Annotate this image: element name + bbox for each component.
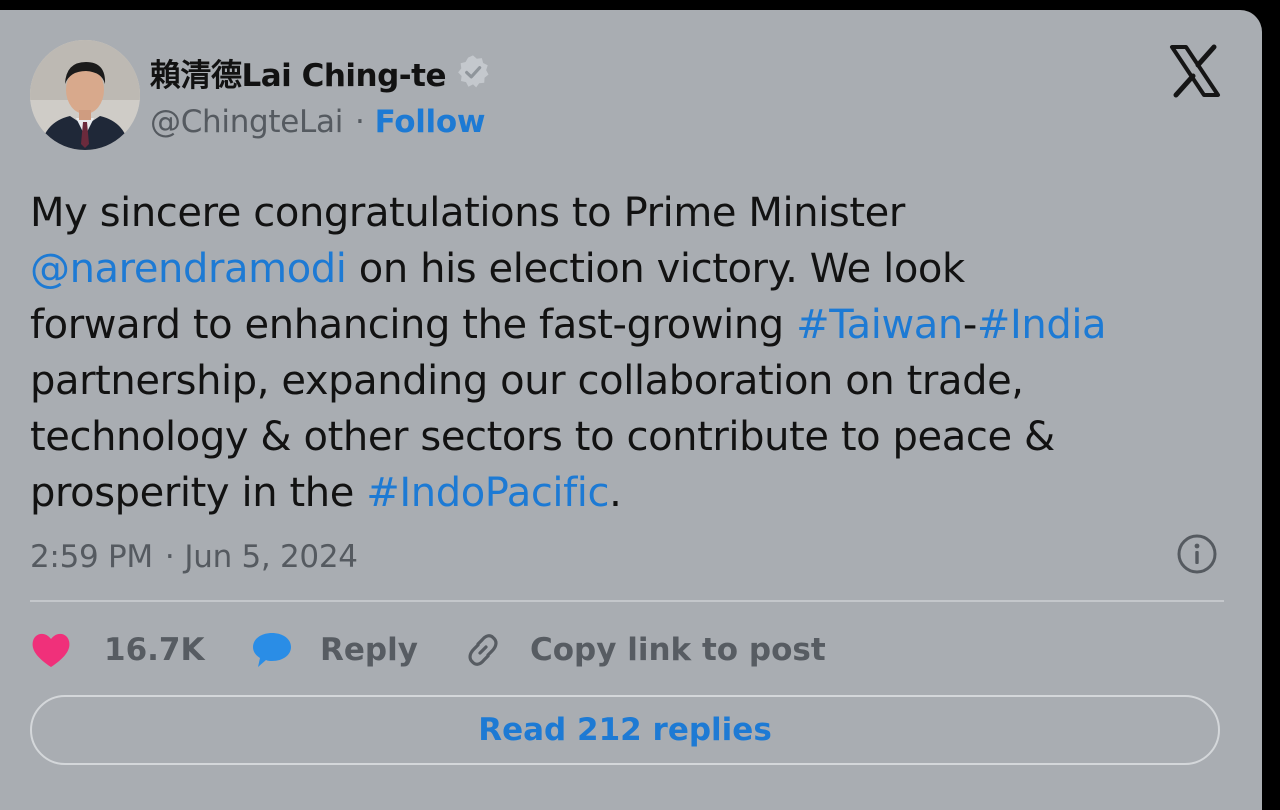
link-icon bbox=[462, 629, 504, 671]
heart-icon bbox=[30, 630, 72, 670]
timestamp-row[interactable]: 2:59 PM · Jun 5, 2024 bbox=[30, 535, 358, 579]
tweet-line-3: forward to enhancing the fast-growing #T… bbox=[30, 297, 1230, 353]
author-handle-row: @ChingteLai · Follow bbox=[150, 102, 486, 142]
copy-link-button[interactable]: Copy link to post bbox=[462, 625, 826, 675]
hashtag-taiwan-link[interactable]: #Taiwan bbox=[796, 302, 963, 348]
tweet-line-4: partnership, expanding our collaboration… bbox=[30, 353, 1230, 409]
action-bar: 16.7K Reply Copy link to post bbox=[30, 625, 1224, 675]
tweet-card: 賴清德Lai Ching-te @ChingteLai · Follow My … bbox=[0, 10, 1262, 810]
tweet-line-6: prosperity in the #IndoPacific. bbox=[30, 465, 1230, 521]
like-count: 16.7K bbox=[104, 632, 205, 668]
tweet-text-segment: prosperity in the bbox=[30, 470, 367, 516]
author-display-name[interactable]: 賴清德Lai Ching-te bbox=[150, 50, 447, 95]
handle-separator: · bbox=[355, 104, 365, 140]
tweet-line-2: @narendramodi on his election victory. W… bbox=[30, 241, 1230, 297]
copy-link-label: Copy link to post bbox=[530, 632, 826, 668]
mention-link[interactable]: @narendramodi bbox=[30, 246, 347, 292]
tweet-text-segment: . bbox=[609, 470, 622, 516]
reply-button[interactable]: Reply bbox=[250, 625, 418, 675]
post-date[interactable]: Jun 5, 2024 bbox=[184, 539, 358, 575]
timestamp-separator: · bbox=[164, 539, 175, 575]
post-time[interactable]: 2:59 PM bbox=[30, 539, 153, 575]
reply-label: Reply bbox=[320, 632, 418, 668]
tweet-line-5: technology & other sectors to contribute… bbox=[30, 409, 1230, 465]
tweet-text-segment: partnership, expanding our collaboration… bbox=[30, 358, 1024, 404]
tweet-line-1: My sincere congratulations to Prime Mini… bbox=[30, 185, 1230, 241]
tweet-text: My sincere congratulations to Prime Mini… bbox=[30, 185, 1230, 521]
avatar[interactable] bbox=[30, 40, 140, 150]
tweet-text-segment: on his election victory. We look bbox=[346, 246, 965, 292]
read-replies-label: Read 212 replies bbox=[478, 712, 772, 748]
reply-bubble-icon bbox=[250, 630, 294, 670]
verified-badge-icon bbox=[454, 53, 492, 91]
x-logo-icon[interactable] bbox=[1168, 44, 1222, 98]
author-handle[interactable]: @ChingteLai bbox=[150, 104, 343, 140]
read-replies-button[interactable]: Read 212 replies bbox=[30, 695, 1220, 765]
hashtag-india-link[interactable]: #India bbox=[977, 302, 1107, 348]
author-name-row: 賴清德Lai Ching-te bbox=[150, 50, 492, 94]
tweet-text-segment: - bbox=[962, 302, 977, 348]
tweet-text-segment: forward to enhancing the fast-growing bbox=[30, 302, 797, 348]
follow-button[interactable]: Follow bbox=[375, 104, 486, 140]
divider bbox=[30, 600, 1224, 602]
info-icon[interactable] bbox=[1176, 533, 1218, 575]
tweet-text-segment: technology & other sectors to contribute… bbox=[30, 414, 1055, 460]
like-button[interactable]: 16.7K bbox=[30, 625, 205, 675]
hashtag-indopacific-link[interactable]: #IndoPacific bbox=[366, 470, 609, 516]
tweet-text-segment: My sincere congratulations to Prime Mini… bbox=[30, 190, 905, 236]
